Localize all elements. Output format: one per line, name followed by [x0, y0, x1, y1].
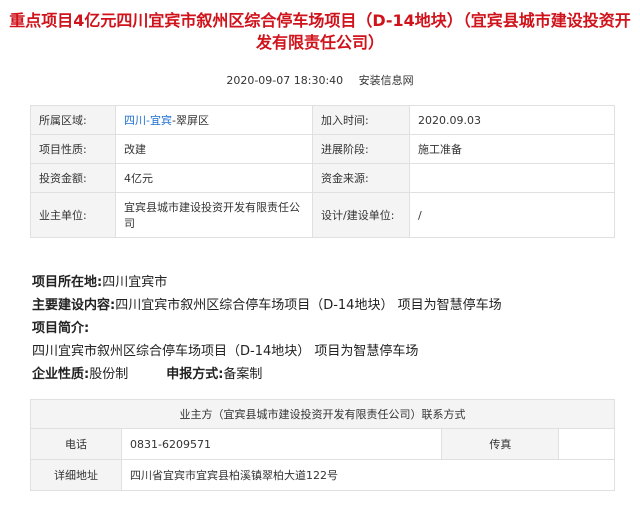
- phone-label: 电话: [30, 428, 122, 460]
- address-value: 四川省宜宾市宜宾县柏溪镇翠柏大道122号: [121, 459, 615, 491]
- table-row: 投资金额: 4亿元 资金来源:: [30, 163, 615, 193]
- region-label: 所属区域:: [30, 105, 116, 135]
- table-row: 电话 0831-6209571 传真: [30, 428, 615, 460]
- investment-label: 投资金额:: [30, 163, 116, 193]
- design-value: /: [409, 192, 615, 238]
- location-line: 项目所在地:四川宜宾市: [32, 271, 502, 294]
- region-district: 翠屏区: [175, 114, 209, 127]
- fax-label: 传真: [441, 428, 560, 460]
- region-province-link[interactable]: 四川: [124, 114, 146, 127]
- join-time-label: 加入时间:: [312, 105, 410, 135]
- location-label: 项目所在地:: [32, 275, 103, 290]
- report-value: 备案制: [223, 367, 263, 382]
- owner-value: 宜宾县城市建设投资开发有限责任公司: [115, 192, 313, 238]
- company-line: 企业性质:股份制 申报方式:备案制: [32, 363, 502, 386]
- content-label: 主要建设内容:: [32, 298, 116, 313]
- region-value: 四川-宜宾-翠屏区: [115, 105, 313, 135]
- nature-label: 项目性质:: [30, 134, 116, 164]
- intro-label: 项目简介:: [32, 321, 90, 336]
- source-name: 安装信息网: [358, 74, 414, 87]
- article-meta: 2020-09-07 18:30:40 安装信息网: [0, 72, 640, 88]
- fax-value: [558, 428, 615, 460]
- stage-value: 施工准备: [409, 134, 615, 164]
- nature-value: 改建: [115, 134, 313, 164]
- content-value: 四川宜宾市叙州区综合停车场项目（D-14地块） 项目为智慧停车场: [115, 298, 502, 313]
- publish-datetime: 2020-09-07 18:30:40: [226, 74, 344, 87]
- project-info: 项目所在地:四川宜宾市 主要建设内容:四川宜宾市叙州区综合停车场项目（D-14地…: [32, 271, 502, 386]
- content-line: 主要建设内容:四川宜宾市叙州区综合停车场项目（D-14地块） 项目为智慧停车场: [32, 294, 502, 317]
- phone-value: 0831-6209571: [120, 428, 443, 460]
- funding-label: 资金来源:: [312, 163, 410, 193]
- address-label: 详细地址: [30, 459, 122, 491]
- page-title: 重点项目4亿元四川宜宾市叙州区综合停车场项目（D-14地块）（宜宾县城市建设投资…: [9, 11, 631, 52]
- intro-line: 项目简介:: [32, 317, 502, 340]
- report-label: 申报方式:: [166, 367, 224, 382]
- table-row: 项目性质: 改建 进展阶段: 施工准备: [30, 134, 615, 164]
- table-row: 业主方（宜宾县城市建设投资开发有限责任公司）联系方式: [30, 399, 615, 429]
- location-value: 四川宜宾市: [102, 275, 168, 290]
- table-row: 业主单位: 宜宾县城市建设投资开发有限责任公司 设计/建设单位: /: [30, 192, 615, 238]
- table-row: 详细地址 四川省宜宾市宜宾县柏溪镇翠柏大道122号: [30, 459, 615, 491]
- intro-text: 四川宜宾市叙州区综合停车场项目（D-14地块） 项目为智慧停车场: [32, 344, 419, 359]
- table-row: 所属区域: 四川-宜宾-翠屏区 加入时间: 2020.09.03: [30, 105, 615, 135]
- investment-value: 4亿元: [115, 163, 313, 193]
- funding-value: [409, 163, 615, 193]
- owner-label: 业主单位:: [30, 192, 116, 238]
- company-type-value: 股份制: [89, 367, 129, 382]
- design-label: 设计/建设单位:: [312, 192, 410, 238]
- region-city-link[interactable]: 宜宾: [150, 114, 172, 127]
- project-details-table: 所属区域: 四川-宜宾-翠屏区 加入时间: 2020.09.03 项目性质: 改…: [30, 105, 615, 238]
- join-time-value: 2020.09.03: [409, 105, 615, 135]
- contact-header: 业主方（宜宾县城市建设投资开发有限责任公司）联系方式: [30, 399, 615, 429]
- stage-label: 进展阶段:: [312, 134, 410, 164]
- contact-table: 业主方（宜宾县城市建设投资开发有限责任公司）联系方式 电话 0831-62095…: [30, 399, 615, 491]
- company-type-label: 企业性质:: [32, 367, 90, 382]
